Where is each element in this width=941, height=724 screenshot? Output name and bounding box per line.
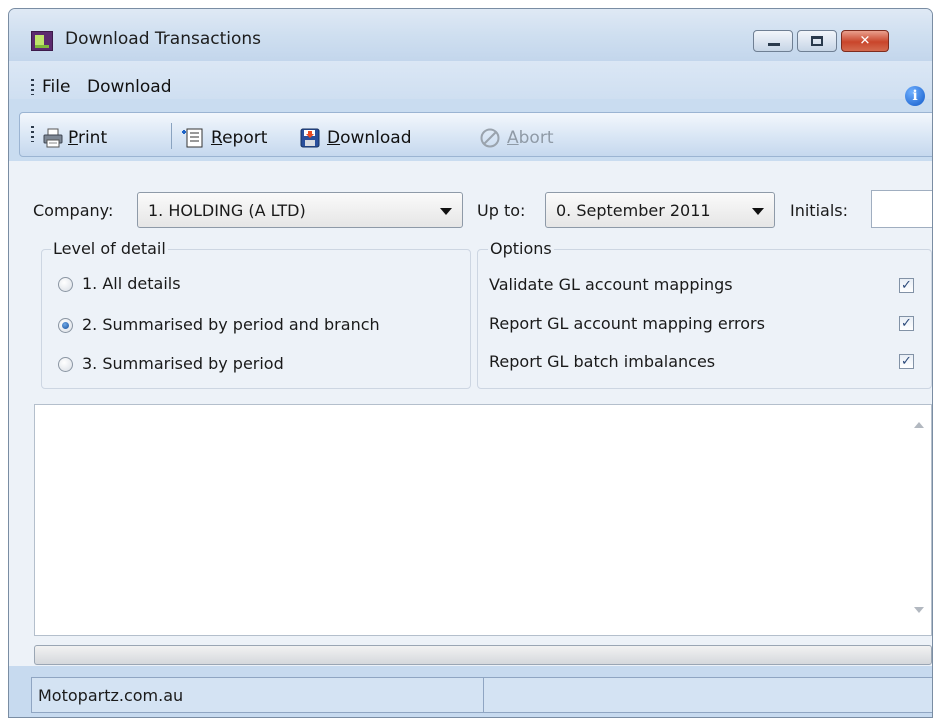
- download-button[interactable]: Download: [327, 128, 412, 148]
- checkmark-icon: ✓: [901, 354, 912, 369]
- mapping-errors-label[interactable]: Report GL account mapping errors: [489, 314, 765, 333]
- radio-all-details-label[interactable]: 1. All details: [82, 274, 181, 293]
- abort-icon: [480, 128, 500, 148]
- toolbar-grip[interactable]: [31, 126, 34, 142]
- batch-imbalances-checkbox[interactable]: ✓: [899, 354, 914, 369]
- print-accel: P: [68, 128, 78, 148]
- abort-accel: A: [507, 128, 519, 148]
- company-value: 1. HOLDING (A LTD): [148, 201, 306, 220]
- radio-period-branch-label[interactable]: 2. Summarised by period and branch: [82, 315, 380, 334]
- checkmark-icon: ✓: [901, 278, 912, 293]
- download-label: ownload: [340, 128, 412, 148]
- radio-period-label[interactable]: 3. Summarised by period: [82, 354, 284, 373]
- download-transactions-window: Download Transactions ✕ File Download i …: [8, 8, 933, 718]
- menubar-grip[interactable]: [31, 79, 34, 95]
- scroll-up-icon[interactable]: [914, 422, 924, 428]
- radio-period[interactable]: [58, 357, 73, 372]
- status-text: Motopartz.com.au: [38, 686, 184, 705]
- report-accel: R: [211, 128, 223, 148]
- close-button[interactable]: ✕: [841, 30, 889, 52]
- output-textarea[interactable]: [34, 404, 932, 636]
- minimize-button[interactable]: [753, 30, 793, 52]
- checkmark-icon: ✓: [901, 316, 912, 331]
- chevron-down-icon: [440, 208, 452, 215]
- minimize-icon: [768, 43, 780, 46]
- maximize-icon: [811, 36, 823, 46]
- radio-period-branch[interactable]: [58, 318, 73, 333]
- title-bar[interactable]: Download Transactions ✕: [9, 9, 932, 61]
- print-label: rint: [77, 128, 108, 148]
- level-of-detail-title: Level of detail: [51, 239, 168, 258]
- abort-button[interactable]: Abort: [507, 128, 554, 148]
- status-panel-company: Motopartz.com.au: [31, 677, 484, 713]
- company-label: Company:: [33, 201, 114, 220]
- chevron-down-icon: [752, 208, 764, 215]
- toolbar-separator: [171, 123, 172, 149]
- toolbar: [19, 112, 932, 157]
- validate-mappings-label[interactable]: Validate GL account mappings: [489, 275, 733, 294]
- report-button[interactable]: Report: [211, 128, 267, 148]
- menu-download[interactable]: Download: [87, 77, 172, 97]
- info-icon[interactable]: i: [905, 86, 925, 106]
- period-value: 0. September 2011: [556, 201, 711, 220]
- app-icon: [31, 31, 53, 51]
- maximize-button[interactable]: [797, 30, 837, 52]
- radio-all-details[interactable]: [58, 277, 73, 292]
- printer-icon: [43, 128, 63, 148]
- menu-file[interactable]: File: [42, 77, 70, 97]
- mapping-errors-checkbox[interactable]: ✓: [899, 316, 914, 331]
- upto-label: Up to:: [477, 201, 526, 220]
- scroll-down-icon[interactable]: [914, 607, 924, 613]
- company-select[interactable]: 1. HOLDING (A LTD): [137, 192, 463, 228]
- status-panel-secondary: [484, 677, 932, 713]
- options-title: Options: [488, 239, 554, 258]
- initials-input[interactable]: [871, 190, 932, 228]
- validate-mappings-checkbox[interactable]: ✓: [899, 278, 914, 293]
- close-icon: ✕: [859, 33, 871, 49]
- report-label: eport: [222, 128, 268, 148]
- initials-label: Initials:: [790, 201, 848, 220]
- report-icon: [182, 128, 203, 148]
- output-scrollbar[interactable]: [909, 405, 931, 635]
- download-accel: D: [327, 128, 341, 148]
- download-icon: [300, 128, 320, 148]
- batch-imbalances-label[interactable]: Report GL batch imbalances: [489, 352, 715, 371]
- period-select[interactable]: 0. September 2011: [545, 192, 775, 228]
- progress-bar: [34, 645, 932, 665]
- abort-label: bort: [518, 128, 554, 148]
- window-title: Download Transactions: [65, 29, 262, 49]
- print-button[interactable]: Print: [68, 128, 107, 148]
